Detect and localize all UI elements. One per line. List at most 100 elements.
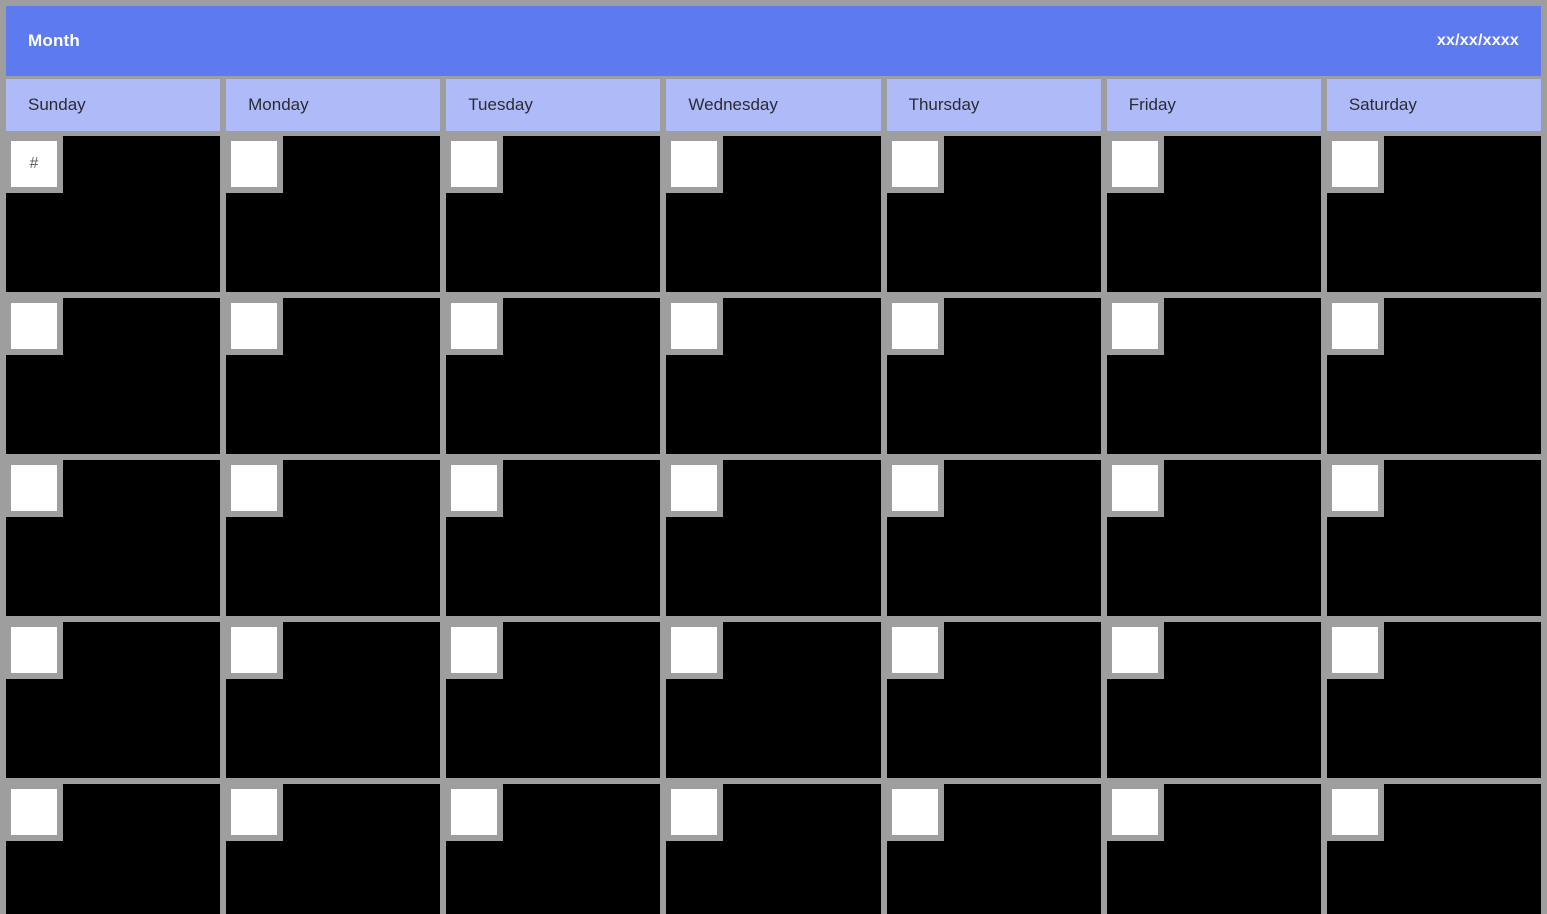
date-number-box[interactable] — [1331, 465, 1378, 511]
day-events-area[interactable] — [1164, 784, 1321, 914]
date-number-box[interactable] — [11, 465, 57, 511]
calendar-day-cell[interactable] — [6, 622, 221, 778]
date-number-box[interactable] — [451, 627, 498, 673]
date-number-box[interactable] — [1331, 141, 1378, 187]
calendar-day-cell[interactable] — [446, 622, 661, 778]
date-number-box[interactable] — [231, 141, 278, 187]
date-number-box[interactable] — [1111, 141, 1158, 187]
day-events-area[interactable] — [723, 784, 880, 914]
date-number-box[interactable] — [891, 627, 938, 673]
day-events-area[interactable] — [1164, 298, 1321, 454]
date-number-box[interactable] — [11, 303, 57, 349]
date-number-box[interactable] — [451, 141, 498, 187]
calendar-day-cell[interactable] — [226, 622, 441, 778]
calendar-day-cell[interactable]: # — [6, 136, 221, 292]
calendar-day-cell[interactable] — [1106, 298, 1321, 454]
day-events-area[interactable] — [63, 298, 220, 454]
day-events-area[interactable] — [1384, 460, 1541, 616]
day-events-area[interactable] — [503, 298, 660, 454]
calendar-day-cell[interactable] — [1326, 136, 1541, 292]
date-number-box[interactable]: # — [11, 141, 57, 187]
date-number-box[interactable] — [231, 627, 278, 673]
calendar-day-cell[interactable] — [1106, 460, 1321, 616]
calendar-day-cell[interactable] — [226, 136, 441, 292]
date-number-box[interactable] — [891, 789, 938, 835]
date-number-box[interactable] — [671, 141, 718, 187]
day-events-area[interactable] — [503, 136, 660, 292]
calendar-day-cell[interactable] — [666, 136, 881, 292]
calendar-day-cell[interactable] — [666, 298, 881, 454]
calendar-day-cell[interactable] — [886, 460, 1101, 616]
calendar-day-cell[interactable] — [886, 136, 1101, 292]
date-number-box[interactable] — [451, 465, 498, 511]
calendar-day-cell[interactable] — [886, 784, 1101, 914]
day-events-area[interactable] — [1384, 298, 1541, 454]
calendar-day-cell[interactable] — [666, 460, 881, 616]
day-events-area[interactable] — [944, 784, 1101, 914]
date-number-box[interactable] — [11, 789, 57, 835]
calendar-day-cell[interactable] — [446, 784, 661, 914]
calendar-day-cell[interactable] — [1326, 622, 1541, 778]
calendar-day-cell[interactable] — [446, 460, 661, 616]
date-number-box[interactable] — [891, 141, 938, 187]
day-events-area[interactable] — [1164, 136, 1321, 292]
date-number-box[interactable] — [671, 789, 718, 835]
day-events-area[interactable] — [723, 298, 880, 454]
date-number-box[interactable] — [1331, 627, 1378, 673]
calendar-day-cell[interactable] — [226, 460, 441, 616]
calendar-day-cell[interactable] — [6, 460, 221, 616]
date-number-box[interactable] — [1111, 465, 1158, 511]
calendar-day-cell[interactable] — [6, 298, 221, 454]
day-events-area[interactable] — [63, 136, 220, 292]
calendar-day-cell[interactable] — [226, 784, 441, 914]
calendar-day-cell[interactable] — [1326, 298, 1541, 454]
day-events-area[interactable] — [944, 460, 1101, 616]
date-number-box[interactable] — [1331, 303, 1378, 349]
date-number-box[interactable] — [451, 789, 498, 835]
day-events-area[interactable] — [503, 460, 660, 616]
date-number-box[interactable] — [891, 303, 938, 349]
day-events-area[interactable] — [723, 460, 880, 616]
date-number-box[interactable] — [231, 303, 278, 349]
date-number-box[interactable] — [1111, 789, 1158, 835]
calendar-day-cell[interactable] — [1106, 784, 1321, 914]
date-number-box[interactable] — [1331, 789, 1378, 835]
date-number-box[interactable] — [11, 627, 57, 673]
calendar-day-cell[interactable] — [886, 622, 1101, 778]
calendar-day-cell[interactable] — [446, 298, 661, 454]
day-events-area[interactable] — [63, 460, 220, 616]
day-events-area[interactable] — [723, 622, 880, 778]
date-number-box[interactable] — [1111, 627, 1158, 673]
date-number-box[interactable] — [891, 465, 938, 511]
day-events-area[interactable] — [283, 298, 440, 454]
calendar-day-cell[interactable] — [6, 784, 221, 914]
calendar-day-cell[interactable] — [1326, 784, 1541, 914]
day-events-area[interactable] — [944, 136, 1101, 292]
calendar-day-cell[interactable] — [666, 784, 881, 914]
calendar-day-cell[interactable] — [446, 136, 661, 292]
calendar-day-cell[interactable] — [1106, 622, 1321, 778]
date-number-box[interactable] — [231, 465, 278, 511]
day-events-area[interactable] — [1164, 460, 1321, 616]
date-number-box[interactable] — [671, 303, 718, 349]
date-number-box[interactable] — [671, 465, 718, 511]
day-events-area[interactable] — [283, 460, 440, 616]
day-events-area[interactable] — [944, 298, 1101, 454]
day-events-area[interactable] — [1384, 622, 1541, 778]
day-events-area[interactable] — [944, 622, 1101, 778]
day-events-area[interactable] — [283, 622, 440, 778]
day-events-area[interactable] — [283, 784, 440, 914]
calendar-day-cell[interactable] — [1106, 136, 1321, 292]
day-events-area[interactable] — [503, 784, 660, 914]
date-number-box[interactable] — [451, 303, 498, 349]
date-number-box[interactable] — [671, 627, 718, 673]
date-number-box[interactable] — [231, 789, 278, 835]
day-events-area[interactable] — [63, 622, 220, 778]
calendar-day-cell[interactable] — [886, 298, 1101, 454]
day-events-area[interactable] — [723, 136, 880, 292]
day-events-area[interactable] — [1384, 136, 1541, 292]
calendar-day-cell[interactable] — [226, 298, 441, 454]
calendar-day-cell[interactable] — [666, 622, 881, 778]
day-events-area[interactable] — [503, 622, 660, 778]
day-events-area[interactable] — [283, 136, 440, 292]
